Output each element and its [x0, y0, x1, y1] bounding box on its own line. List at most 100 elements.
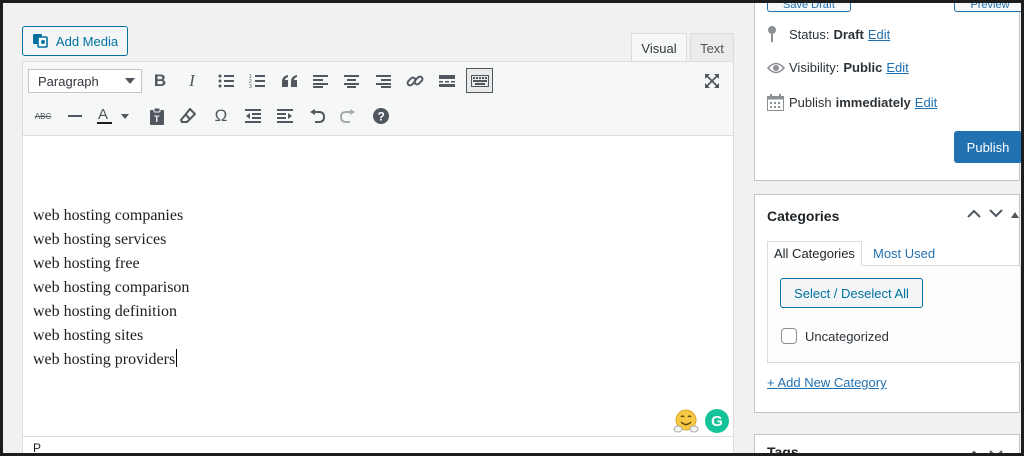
toggle-arrow-icon[interactable] — [1011, 447, 1019, 456]
numbered-list-button[interactable]: 123 — [245, 69, 269, 93]
add-new-category-link[interactable]: + Add New Category — [767, 375, 887, 390]
content-line-last: web hosting providers — [33, 348, 733, 372]
chevron-down-icon[interactable] — [989, 206, 1003, 221]
content-line: web hosting free — [33, 255, 140, 272]
align-right-icon — [375, 74, 391, 88]
category-item[interactable]: Uncategorized — [781, 328, 889, 344]
fullscreen-button[interactable] — [700, 69, 724, 93]
chevron-up-icon[interactable] — [967, 206, 981, 221]
bulleted-list-button[interactable] — [214, 69, 238, 93]
chevron-down-icon[interactable] — [989, 447, 1003, 456]
clear-formatting-button[interactable] — [176, 104, 200, 128]
content-line: web hosting definition — [33, 303, 177, 320]
tags-box-controls — [967, 447, 1019, 456]
content-line: web hosting services — [33, 231, 167, 248]
horizontal-line-button[interactable] — [63, 104, 87, 128]
add-media-button[interactable]: Add Media — [22, 26, 128, 56]
tab-most-used[interactable]: Most Used — [867, 241, 941, 266]
pin-icon — [767, 26, 789, 42]
italic-button[interactable]: I — [180, 69, 204, 93]
text-cursor — [176, 349, 178, 367]
link-icon — [406, 75, 424, 87]
format-select[interactable]: Paragraph — [28, 69, 142, 93]
keyboard-shortcuts-button[interactable]: ? — [369, 104, 393, 128]
tab-text[interactable]: Text — [690, 33, 734, 62]
clipboard-icon: T — [150, 107, 164, 125]
visibility-edit-link[interactable]: Edit — [886, 60, 908, 75]
category-label: Uncategorized — [805, 328, 889, 344]
align-left-button[interactable] — [308, 69, 332, 93]
svg-text:A: A — [98, 107, 108, 123]
italic-icon: I — [189, 71, 195, 90]
special-character-button[interactable]: Ω — [209, 104, 233, 128]
visibility-value: Public — [843, 60, 883, 75]
omega-icon: Ω — [214, 106, 228, 125]
content-line: web hosting sites — [33, 327, 144, 344]
publish-box: Save Draft Preview Status: Draft Edit Vi… — [754, 0, 1024, 181]
keyboard-icon — [470, 74, 489, 87]
redo-icon — [340, 109, 355, 123]
select-deselect-all-button[interactable]: Select / Deselect All — [780, 278, 923, 308]
toggle-arrow-icon[interactable] — [1011, 206, 1019, 221]
align-center-button[interactable] — [339, 69, 363, 93]
grammarly-icon: G — [711, 412, 723, 430]
toolbar-toggle-button[interactable] — [466, 68, 493, 93]
paste-as-text-button[interactable]: T — [145, 104, 169, 128]
category-checkbox[interactable] — [781, 328, 797, 344]
text-color-button[interactable]: A — [93, 104, 133, 128]
content-line: web hosting companies — [33, 207, 184, 224]
tags-title: Tags — [767, 444, 799, 456]
outdent-button[interactable] — [241, 104, 265, 128]
numbered-list-icon: 123 — [249, 74, 265, 88]
svg-text:?: ? — [378, 110, 385, 124]
category-list: Select / Deselect All Uncategorized — [767, 265, 1021, 363]
content-line: web hosting comparison — [33, 279, 190, 296]
eye-icon — [767, 62, 789, 74]
svg-text:T: T — [154, 114, 160, 124]
bold-button[interactable]: B — [148, 69, 172, 93]
content-line-text: web hosting providers — [33, 351, 176, 368]
preview-button[interactable]: Preview — [954, 0, 1024, 12]
save-draft-button[interactable]: Save Draft — [767, 0, 851, 12]
chevron-up-icon[interactable] — [967, 447, 981, 456]
undo-icon — [310, 109, 325, 123]
status-row: Status: Draft Edit — [767, 26, 890, 42]
status-label: Status: — [789, 26, 830, 42]
status-edit-link[interactable]: Edit — [868, 27, 890, 42]
tab-visual[interactable]: Visual — [631, 33, 687, 62]
publish-button[interactable]: Publish — [954, 131, 1022, 163]
box-controls — [967, 206, 1019, 221]
grammarly-button[interactable]: G — [705, 409, 729, 433]
insert-link-button[interactable] — [403, 69, 427, 93]
blockquote-button[interactable] — [277, 69, 301, 93]
strikethrough-button[interactable]: ABC — [31, 104, 55, 128]
align-left-icon — [312, 74, 328, 88]
publish-label: Publish — [789, 95, 832, 110]
category-tabs: All Categories Most Used — [767, 241, 1021, 266]
publish-value: immediately — [835, 95, 911, 110]
outdent-icon — [245, 109, 261, 123]
media-icon — [32, 32, 49, 51]
add-media-label: Add Media — [55, 33, 119, 49]
tags-box: Tags — [754, 434, 1020, 456]
hugging-face-emoji-icon — [673, 409, 699, 433]
svg-text:3: 3 — [249, 84, 252, 88]
bold-icon: B — [153, 71, 167, 90]
tab-all-categories[interactable]: All Categories — [767, 241, 862, 266]
text-color-icon: A — [97, 107, 129, 124]
publish-edit-link[interactable]: Edit — [915, 95, 937, 110]
indent-button[interactable] — [273, 104, 297, 128]
visibility-label: Visibility: — [789, 60, 840, 75]
editor-path: P — [23, 436, 733, 456]
redo-button[interactable] — [336, 104, 360, 128]
editor-toolbar: Paragraph B I 123 ABC A T Ω ? — [23, 62, 733, 136]
bulleted-list-icon — [218, 74, 234, 88]
align-right-button[interactable] — [371, 69, 395, 93]
post-editor: Paragraph B I 123 ABC A T Ω ? web hostin… — [22, 61, 734, 456]
read-more-icon — [439, 75, 455, 87]
emoji-button[interactable] — [673, 408, 699, 434]
undo-button[interactable] — [305, 104, 329, 128]
editor-content[interactable]: web hosting companies web hosting servic… — [23, 136, 733, 436]
read-more-button[interactable] — [435, 69, 459, 93]
blockquote-icon — [281, 75, 297, 87]
